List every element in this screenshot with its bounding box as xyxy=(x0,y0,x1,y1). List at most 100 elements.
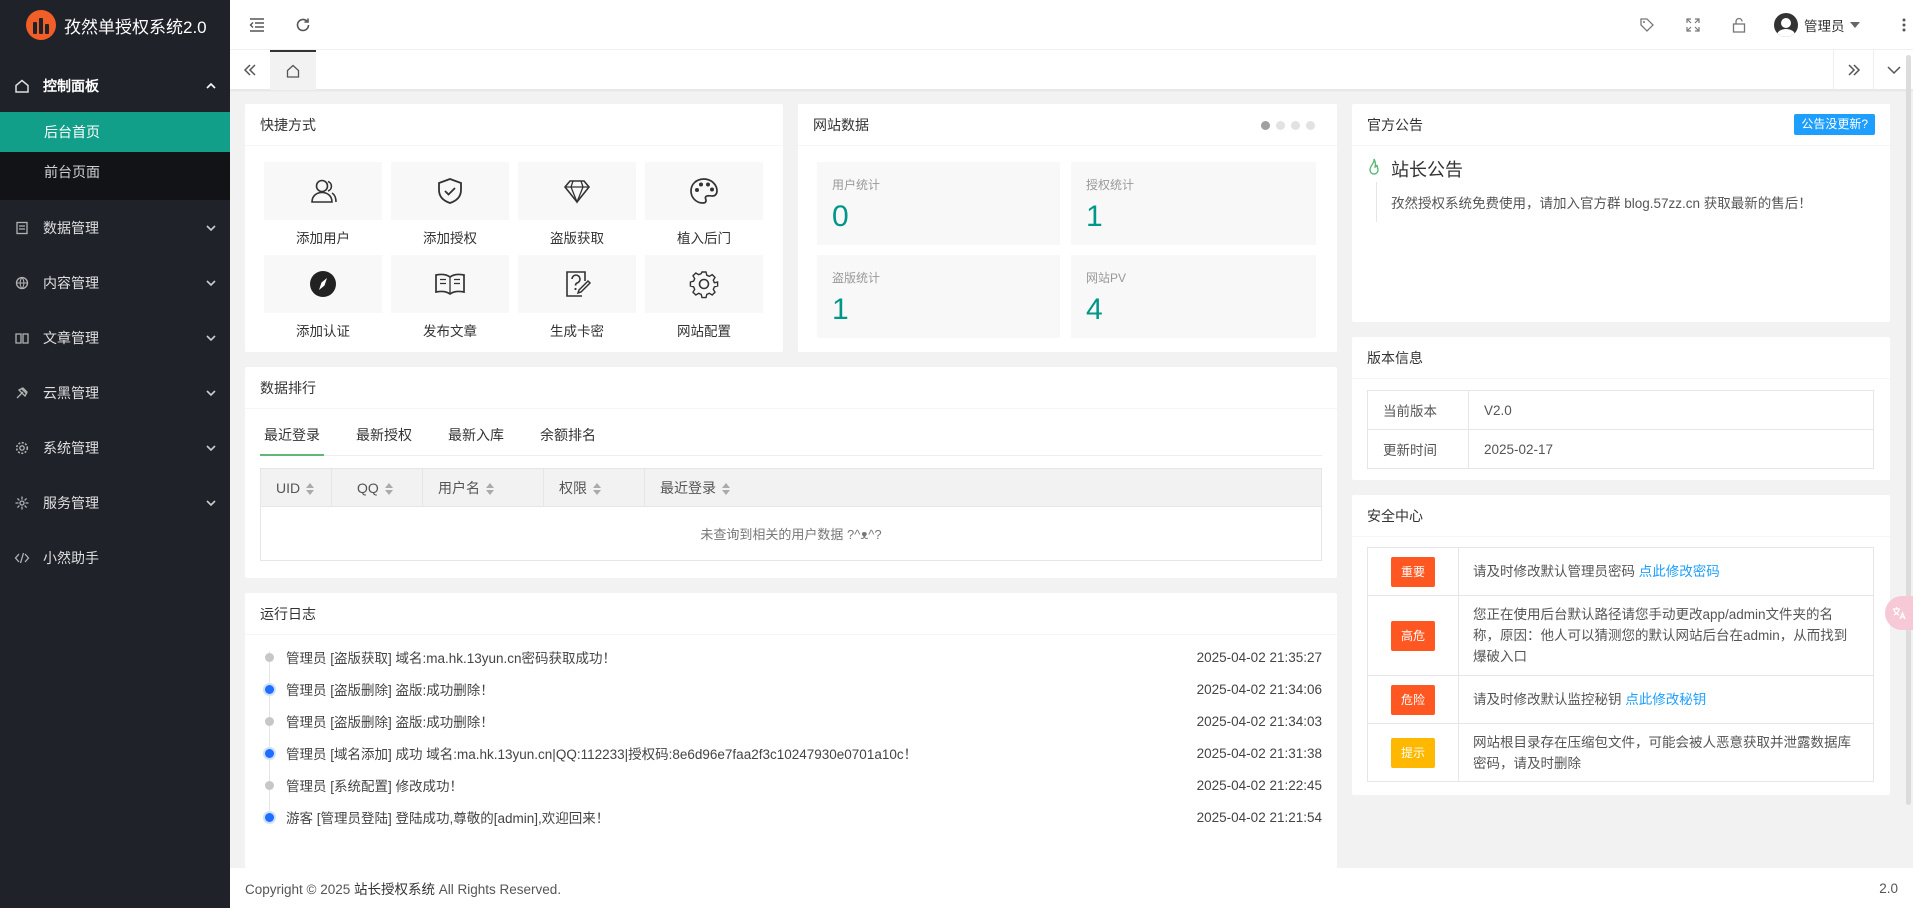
table-row: 高危 您正在使用后台默认路径请您手动更改app/admin文件夹的名称，原因：他… xyxy=(1367,595,1874,676)
sort-icon xyxy=(593,482,601,495)
more-menu-button[interactable] xyxy=(1894,0,1913,50)
footer: Copyright © 2025 站长授权系统 All Rights Reser… xyxy=(230,868,1913,908)
column-header-last-login[interactable]: 最近登录 xyxy=(644,468,1322,507)
translate-float-button[interactable] xyxy=(1885,596,1913,630)
user-name: 管理员 xyxy=(1804,19,1845,34)
quick-label: 添加认证 xyxy=(296,324,350,339)
card-title: 安全中心 xyxy=(1352,495,1890,537)
lock-screen-button[interactable] xyxy=(1724,0,1754,50)
fullscreen-button[interactable] xyxy=(1678,0,1708,50)
stat-label: 授权统计 xyxy=(1086,178,1135,192)
stat-piracy: 盗版统计 1 xyxy=(817,255,1060,338)
card-title: 网站数据 xyxy=(798,104,1337,146)
app-title: 孜然单授权系统2.0 xyxy=(64,17,207,37)
sidebar-item-frontend[interactable]: 前台页面 xyxy=(0,152,230,192)
ranking-card: 数据排行 最近登录 最新授权 最新入库 余额排名 UID QQ 用户名 权限 最… xyxy=(245,367,1337,578)
quick-generate-card[interactable]: 生成卡密 xyxy=(518,255,636,341)
sidebar-item-assistant[interactable]: 小然助手 xyxy=(0,530,230,585)
tag-button[interactable] xyxy=(1632,0,1662,50)
collapse-sidebar-button[interactable] xyxy=(242,0,272,50)
sidebar-item-home[interactable]: 后台首页 xyxy=(0,112,230,152)
home-icon xyxy=(286,64,300,78)
log-time: 2025-04-02 21:31:38 xyxy=(1196,745,1322,761)
timeline-dot xyxy=(265,812,274,822)
quick-publish-article[interactable]: 发布文章 xyxy=(391,255,509,341)
table-row: 更新时间 2025-02-17 xyxy=(1367,429,1874,469)
scrollbar[interactable] xyxy=(1906,55,1911,805)
column-header-qq[interactable]: QQ xyxy=(331,468,423,507)
caret-down-icon xyxy=(1849,22,1860,28)
stat-pv: 网站PV 4 xyxy=(1071,255,1316,338)
sidebar-group-content[interactable]: 内容管理 xyxy=(0,255,230,310)
change-key-link[interactable]: 点此修改秘钥 xyxy=(1625,692,1706,707)
sidebar-group-cloudblack[interactable]: 云黑管理 xyxy=(0,365,230,420)
quick-add-certification[interactable]: 添加认证 xyxy=(264,255,382,341)
tabs-scroll-left-button[interactable] xyxy=(230,50,270,90)
double-chevron-left-icon xyxy=(243,64,256,76)
sidebar-group-label: 文章管理 xyxy=(43,329,99,346)
chevron-down-icon xyxy=(206,279,216,286)
log-message: 管理员 [盗版获取] 域名:ma.hk.13yun.cn密码获取成功！ xyxy=(286,651,617,666)
home-icon xyxy=(15,79,29,93)
stat-value: 4 xyxy=(1086,293,1103,326)
refresh-button[interactable] xyxy=(288,0,318,50)
app-logo[interactable]: 孜然单授权系统2.0 xyxy=(0,0,230,50)
card-title: 快捷方式 xyxy=(245,104,783,146)
change-password-link[interactable]: 点此修改密码 xyxy=(1639,564,1720,579)
security-table: 重要 请及时修改默认管理员密码 点此修改密码 高危 您正在使用后台默认路径请您手… xyxy=(1367,547,1874,782)
card-title: 版本信息 xyxy=(1352,337,1890,379)
quick-site-config[interactable]: 网站配置 xyxy=(645,255,763,341)
table-row: 危险 请及时修改默认监控秘钥 点此修改秘钥 xyxy=(1367,675,1874,724)
sidebar-group-system[interactable]: 系统管理 xyxy=(0,420,230,475)
quick-add-user[interactable]: 添加用户 xyxy=(264,162,382,248)
card-edit-icon xyxy=(566,271,592,297)
tab-latest-license[interactable]: 最新授权 xyxy=(352,414,416,456)
stat-licenses: 授权统计 1 xyxy=(1071,162,1316,245)
stat-label: 用户统计 xyxy=(832,178,881,192)
sidebar-group-articles[interactable]: 文章管理 xyxy=(0,310,230,365)
tab-recent-login[interactable]: 最近登录 xyxy=(260,414,324,456)
translate-icon xyxy=(1893,607,1906,620)
sort-icon xyxy=(722,482,730,495)
sidebar: 孜然单授权系统2.0 控制面板 后台首页 前台页面 数据管理 内容管理 文章管理… xyxy=(0,0,230,908)
column-header-permission[interactable]: 权限 xyxy=(543,468,645,507)
security-text: 请及时修改默认监控秘钥 xyxy=(1473,692,1626,707)
log-message: 管理员 [域名添加] 成功 域名:ma.hk.13yun.cn|QQ:11223… xyxy=(286,747,918,762)
ranking-table: UID QQ 用户名 权限 最近登录 未查询到相关的用户数据 ?^ᴥ^? xyxy=(260,468,1322,561)
book-icon xyxy=(15,332,29,344)
log-message: 管理员 [盗版删除] 盗版:成功删除！ xyxy=(286,715,494,730)
sidebar-group-label: 系统管理 xyxy=(43,439,99,456)
sidebar-group-label: 数据管理 xyxy=(43,219,99,236)
stat-users: 用户统计 0 xyxy=(817,162,1060,245)
tab-home[interactable] xyxy=(270,50,316,90)
status-badge: 高危 xyxy=(1390,620,1435,651)
table-row: 提示 网站根目录存在压缩包文件，可能会被人恶意获取并泄露数据库密码，请及时删除 xyxy=(1367,723,1874,782)
page-tabs-bar xyxy=(230,50,1913,90)
footer-brand-link[interactable]: 站长授权系统 xyxy=(354,882,435,897)
palette-icon xyxy=(690,178,718,204)
stat-label: 网站PV xyxy=(1086,271,1127,285)
lock-icon xyxy=(1732,17,1746,33)
tab-latest-stock[interactable]: 最新入库 xyxy=(444,414,508,456)
sidebar-group-data[interactable]: 数据管理 xyxy=(0,200,230,255)
sidebar-group-dashboard[interactable]: 控制面板 xyxy=(0,60,230,112)
column-header-uid[interactable]: UID xyxy=(260,468,332,507)
user-menu[interactable]: 管理员 xyxy=(1774,0,1904,50)
sidebar-group-service[interactable]: 服务管理 xyxy=(0,475,230,530)
quick-implant-backdoor[interactable]: 植入后门 xyxy=(645,162,763,248)
column-header-username[interactable]: 用户名 xyxy=(422,468,544,507)
refresh-icon xyxy=(296,18,310,32)
tabs-scroll-right-button[interactable] xyxy=(1833,50,1873,90)
chevron-down-icon xyxy=(206,224,216,231)
outdent-icon xyxy=(249,18,264,32)
quick-piracy-fetch[interactable]: 盗版获取 xyxy=(518,162,636,248)
chevron-down-icon xyxy=(206,334,216,341)
log-time: 2025-04-02 21:34:06 xyxy=(1196,681,1322,697)
site-data-card: 网站数据 用户统计 0 授权统计 1 盗版统计 1 网站PV 4 xyxy=(798,104,1337,352)
notice-update-button[interactable]: 公告没更新? xyxy=(1794,114,1875,135)
carousel-indicator[interactable] xyxy=(1261,121,1315,130)
compass-icon xyxy=(310,271,336,297)
tab-balance-ranking[interactable]: 余额排名 xyxy=(536,414,600,456)
logo-icon xyxy=(26,10,56,40)
quick-add-license[interactable]: 添加授权 xyxy=(391,162,509,248)
